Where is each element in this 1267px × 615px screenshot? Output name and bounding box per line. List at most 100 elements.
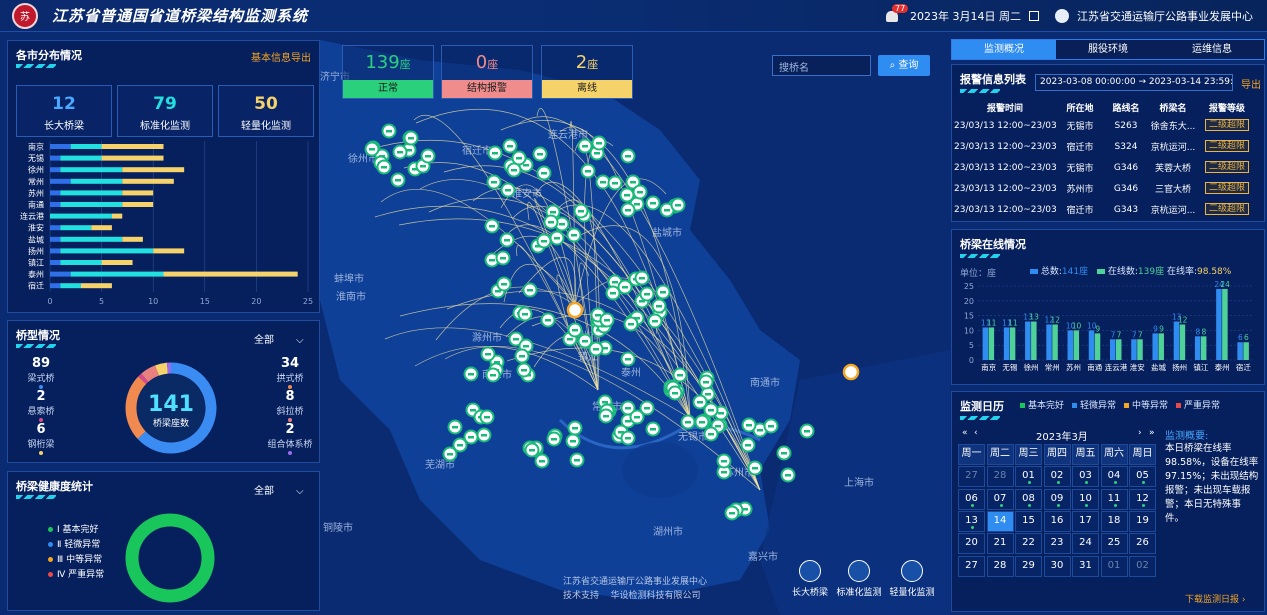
calendar-day[interactable]: 06 [958,488,985,510]
table-cell: G343 [1113,204,1139,215]
city-bar [60,167,123,173]
calendar-day[interactable]: 19 [1129,510,1156,532]
bridge-glyph [519,355,525,358]
tab-service-environment[interactable]: 服役环境 [1056,40,1160,59]
city-bar [50,178,71,184]
calendar-day[interactable]: 01 [1015,466,1042,488]
x-tick-label: 淮安 [1130,362,1146,372]
table-row[interactable]: 23/03/13 12:00~23/03/13... 宿迁市 G343 京杭运河...… [954,199,1264,220]
city-bar [50,190,61,196]
table-row[interactable]: 23/03/13 12:00~23/03/13... 宿迁市 S324 京杭运河...… [954,136,1264,157]
city-bar [50,167,61,173]
bridge-glyph [582,145,588,148]
calendar-day[interactable]: 28 [986,555,1014,577]
calendar-day[interactable]: 12 [1129,488,1156,510]
calendar-day[interactable]: 07 [986,488,1014,510]
calendar-day[interactable]: 04 [1100,466,1128,488]
calendar-icon[interactable] [1029,11,1039,21]
calendar-day[interactable]: 13 [958,510,985,532]
table-row[interactable]: 23/03/13 12:00~23/03/13... 无锡市 G346 芙蓉大桥 二级超… [954,157,1264,178]
notification-bell-icon[interactable]: 77 [886,4,909,23]
calendar-day[interactable]: 25 [1100,533,1128,555]
tab-monitor-overview[interactable]: 监测概况 [952,40,1056,59]
calendar-day[interactable]: 08 [1015,488,1042,510]
bridge-glyph [610,292,616,295]
city-bar [60,202,123,207]
bridge-search-input[interactable]: 搜桥名 [772,55,871,76]
export-basic-info-link[interactable]: 基本信息导出 [251,49,311,64]
calendar-day[interactable]: 28 [986,466,1014,488]
calendar-day[interactable]: 02 [1043,466,1071,488]
table-header: 报警时间 所在地 路线名 桥梁名 报警等级 [954,99,1264,115]
calendar-day[interactable]: 16 [1043,510,1071,532]
bridge-glyph [504,239,510,242]
stat-dot [39,451,43,455]
bridge-glyph [785,474,791,477]
legend-long-bridge[interactable]: 长大桥梁 [788,560,832,598]
city-bar [50,283,61,289]
calendar-day[interactable]: 24 [1072,533,1099,555]
day-number: 21 [993,537,1007,549]
health-filter[interactable]: 全部 ⌵ [254,482,304,497]
calendar-day[interactable]: 02 [1129,555,1156,577]
panel-title: 桥型情况 [16,329,60,342]
calendar-day[interactable]: 11 [1100,488,1128,510]
legend-light-monitor[interactable]: 轻量化监测 [887,560,937,598]
bridge-glyph [501,283,507,286]
day-number: 26 [1136,537,1149,549]
calendar-day[interactable]: 01 [1100,555,1128,577]
offline-bridge-marker-icon[interactable] [566,301,584,319]
calendar-day[interactable]: 03 [1072,466,1099,488]
prev-month-button[interactable]: ‹ [974,428,978,438]
bar-value-label: 7 [1117,330,1122,339]
next-year-button[interactable]: » [1149,428,1155,438]
next-month-button[interactable]: › [1138,428,1142,438]
search-button[interactable]: ⌕ 查询 [878,55,930,76]
calendar-day[interactable]: 30 [1043,555,1071,577]
calendar-day[interactable]: 29 [1015,555,1042,577]
bridge-type-filter[interactable]: 全部 ⌵ [254,331,304,346]
day-number: 28 [993,470,1007,482]
offline-bridge-marker-icon[interactable] [842,363,860,381]
calendar-day[interactable]: 31 [1072,555,1099,577]
x-tick-label: 盐城 [1151,362,1166,372]
calendar-day[interactable]: 18 [1100,510,1128,532]
calendar-day[interactable]: 10 [1072,488,1099,510]
calendar-day[interactable]: 27 [958,555,985,577]
bridge-glyph [541,172,547,175]
alarm-date-range[interactable]: 2023-03-08 00:00:00 → 2023-03-14 23:59:5… [1035,74,1233,91]
prev-year-button[interactable]: « [962,428,968,438]
bridge-glyph [507,145,513,148]
calendar-day[interactable]: 14 [986,510,1014,532]
calendar-day[interactable]: 17 [1072,510,1099,532]
y-tick-label: 淮安 [28,223,44,233]
alarm-export-link[interactable]: 导出 [1241,76,1261,91]
table-cell: 苏州市 [1066,185,1094,195]
bridge-glyph [625,209,631,212]
city-bar [111,213,123,219]
x-tick-label: 苏州 [1066,362,1081,372]
calendar-day[interactable]: 05 [1129,466,1156,488]
tab-operation-info[interactable]: 运维信息 [1160,40,1264,59]
bridge-type-stat: 89 梁式桥 [26,356,56,390]
calendar-day[interactable]: 21 [986,533,1014,555]
table-row[interactable]: 23/03/13 12:00~23/03/13... 苏州市 G346 三官大桥 二级超… [954,178,1264,199]
calendar-day[interactable]: 26 [1129,533,1156,555]
calendar-day[interactable]: 20 [958,533,985,555]
legend-standard-monitor[interactable]: 标准化监测 [834,560,884,598]
calendar-day[interactable]: 23 [1043,533,1071,555]
calendar-day[interactable]: 09 [1043,488,1071,510]
table-cell: 23/03/13 12:00~23/03/13... [954,204,1056,215]
calendar-day[interactable]: 27 [958,466,985,488]
bridge-glyph [545,319,551,322]
bridge-glyph [513,338,519,341]
calendar-day[interactable]: 15 [1015,510,1042,532]
filter-value: 全部 [254,335,274,346]
city-bar [50,155,61,161]
download-daily-report-link[interactable]: 下载监测日报 › [1185,592,1245,605]
bridge-glyph [511,169,517,172]
table-row[interactable]: 23/03/13 12:00~23/03/13... 无锡市 S263 徐舍东大...… [954,115,1264,136]
current-date: 2023年 3月14日 周二 [910,10,1021,23]
online-bar [1200,336,1207,360]
calendar-day[interactable]: 22 [1015,533,1042,555]
